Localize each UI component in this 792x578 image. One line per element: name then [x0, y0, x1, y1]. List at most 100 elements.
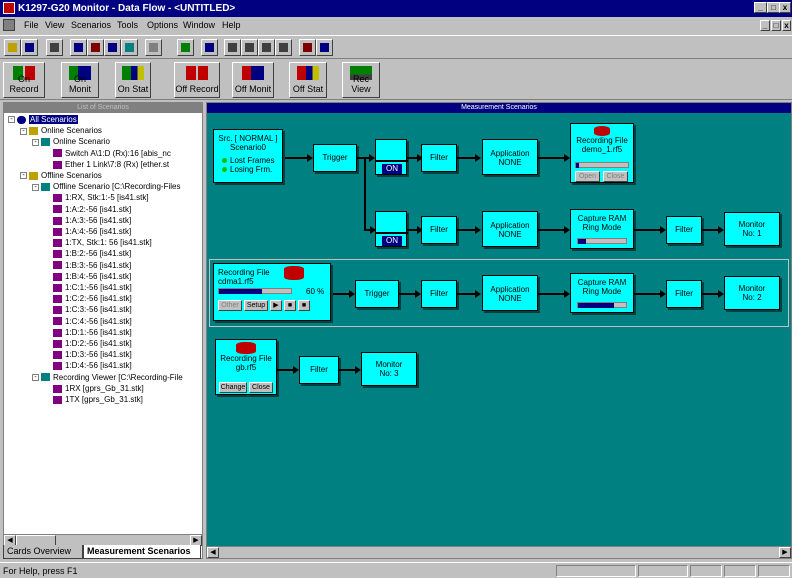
tree-item[interactable]: 1TX [gprs_Gb_31.stk] [53, 394, 143, 405]
collapse-icon[interactable]: - [32, 373, 39, 381]
tree-item[interactable]: - Recording Viewer [C:\Recording-File [32, 372, 183, 383]
on-record-button[interactable]: On Record [3, 62, 45, 98]
collapse-icon[interactable]: - [32, 183, 39, 191]
toolbar-btn-7[interactable] [121, 39, 138, 56]
recording-file-block-1[interactable]: Recording File demo_1.rf5 Open Close [570, 123, 634, 183]
child-restore-button[interactable]: □ [771, 20, 781, 31]
filter-block[interactable]: Filter [421, 144, 457, 172]
tree-item[interactable]: 1:TX, Stk:1: 56 [is41.stk] [53, 237, 152, 248]
minimize-button[interactable]: _ [754, 2, 767, 13]
trigger-block[interactable]: Trigger [313, 144, 357, 172]
collapse-icon[interactable]: - [20, 127, 27, 135]
application-block-2[interactable]: Application NONE [482, 211, 538, 247]
pause-button[interactable]: ■ [298, 300, 310, 311]
tree-item[interactable]: 1:C:4:-56 [is41.stk] [53, 316, 132, 327]
recording-file-block-3[interactable]: Recording File gb.rf5 Change Close [215, 339, 277, 395]
menu-window[interactable]: Window [183, 20, 215, 30]
toolbar-btn-5[interactable] [87, 39, 104, 56]
toolbar-btn-14[interactable] [275, 39, 292, 56]
other-button[interactable]: Other [218, 300, 242, 311]
close-file-button-3[interactable]: Close [249, 382, 273, 393]
close-file-button[interactable]: Close [603, 171, 628, 182]
filter-block-3[interactable]: Filter [666, 216, 702, 244]
capture-ram-block-2[interactable]: Capture RAM Ring Mode [570, 273, 634, 313]
menu-scenarios[interactable]: Scenarios [71, 20, 111, 30]
toolbar-btn-11[interactable] [224, 39, 241, 56]
off-monit-button[interactable]: Off Monit [232, 62, 274, 98]
capture-ram-block[interactable]: Capture RAM Ring Mode [570, 209, 634, 249]
toolbar-btn-10[interactable] [201, 39, 218, 56]
toolbar-btn-9[interactable] [177, 39, 194, 56]
menu-tools[interactable]: Tools [117, 20, 138, 30]
tab-measurement-scenarios[interactable]: Measurement Scenarios [83, 545, 201, 559]
collapse-icon[interactable]: - [8, 116, 15, 124]
tree-item[interactable]: 1:A:4:-56 [is41.stk] [53, 226, 131, 237]
child-close-button[interactable]: x [782, 20, 791, 31]
print-button[interactable] [46, 39, 63, 56]
child-minimize-button[interactable]: _ [760, 20, 770, 31]
context-help-button[interactable] [316, 39, 333, 56]
filter-block-4[interactable]: Filter [421, 280, 457, 308]
tree-item[interactable]: - All Scenarios [8, 114, 78, 125]
tree-item[interactable]: 1:B:2:-56 [is41.stk] [53, 248, 131, 259]
document-icon[interactable] [3, 19, 15, 31]
application-block[interactable]: Application NONE [482, 139, 538, 175]
toolbar-btn-8[interactable] [145, 39, 162, 56]
toolbar-btn-6[interactable] [104, 39, 121, 56]
tree-item[interactable]: 1:D:2:-56 [is41.stk] [53, 338, 132, 349]
tree-item[interactable]: 1:B:3:-56 [is41.stk] [53, 260, 131, 271]
change-button[interactable]: Change [219, 382, 247, 393]
off-record-button[interactable]: Off Record [174, 62, 220, 98]
toolbar-btn-12[interactable] [241, 39, 258, 56]
close-button[interactable]: x [779, 2, 791, 13]
tree-item[interactable]: 1:C:2:-56 [is41.stk] [53, 293, 132, 304]
tree-item[interactable]: 1:C:1:-56 [is41.stk] [53, 282, 132, 293]
tree-item[interactable]: 1:B:4:-56 [is41.stk] [53, 271, 131, 282]
toolbar-btn-13[interactable] [258, 39, 275, 56]
application-block-3[interactable]: Application NONE [482, 275, 538, 311]
tree-item[interactable]: Switch A\1:D (Rx):16 [abis_nc [53, 148, 171, 159]
open-file-button[interactable]: Open [575, 171, 600, 182]
trigger-block-2[interactable]: Trigger [355, 280, 399, 308]
open-button[interactable] [4, 39, 21, 56]
tree-item[interactable]: 1:D:4:-56 [is41.stk] [53, 360, 132, 371]
tree-item[interactable]: 1:D:3:-56 [is41.stk] [53, 349, 132, 360]
scroll-left-arrow[interactable]: ◀ [207, 547, 219, 558]
menu-help[interactable]: Help [222, 20, 241, 30]
tree-item[interactable]: 1RX [gprs_Gb_31.stk] [53, 383, 144, 394]
tree-item[interactable]: 1:RX, Stk:1:-5 [is41.stk] [53, 192, 149, 203]
tree-item[interactable]: - Offline Scenario [C:\Recording-Files [32, 181, 180, 192]
monitor-block-3[interactable]: Monitor No: 3 [361, 352, 417, 386]
menu-options[interactable]: Options [147, 20, 178, 30]
tree-item[interactable]: 1:C:3:-56 [is41.stk] [53, 304, 132, 315]
help-button[interactable] [299, 39, 316, 56]
setup-button[interactable]: Setup [244, 300, 268, 311]
switch-block[interactable]: ON [375, 139, 408, 175]
scroll-right-arrow[interactable]: ▶ [779, 547, 791, 558]
on-monit-button[interactable]: On Monit [61, 62, 99, 98]
monitor-block-2[interactable]: Monitor No: 2 [724, 276, 780, 310]
source-block[interactable]: Src. [ NORMAL ] Scenario0 Lost Frames Lo… [213, 129, 283, 183]
rec-view-button[interactable]: Rec View [342, 62, 380, 98]
tree-item[interactable]: 1:D:1:-56 [is41.stk] [53, 327, 132, 338]
menu-file[interactable]: File [24, 20, 39, 30]
diagram-hscrollbar[interactable]: ◀ ▶ [207, 546, 791, 558]
tree-item[interactable]: - Online Scenarios [20, 125, 102, 136]
recording-file-block-2[interactable]: Recording File cdma1.rf5 60 % Other Setu… [213, 263, 331, 321]
switch-on-label[interactable]: ON [382, 236, 402, 246]
tab-cards-overview[interactable]: Cards Overview [3, 545, 83, 559]
play-button[interactable]: ▶ [270, 300, 282, 311]
switch-on-label[interactable]: ON [382, 164, 402, 174]
on-stat-button[interactable]: On Stat [115, 62, 151, 98]
filter-block-2[interactable]: Filter [421, 216, 457, 244]
collapse-icon[interactable]: - [32, 138, 39, 146]
tree-item[interactable]: Ether 1 Link\7:8 (Rx) [ether.st [53, 159, 169, 170]
tree-item[interactable]: 1:A:2:-56 [is41.stk] [53, 204, 131, 215]
monitor-block-1[interactable]: Monitor No: 1 [724, 212, 780, 246]
off-stat-button[interactable]: Off Stat [289, 62, 327, 98]
switch-block-2[interactable]: ON [375, 211, 408, 247]
tree-item[interactable]: - Online Scenario [32, 136, 110, 147]
filter-block-5[interactable]: Filter [666, 280, 702, 308]
tree-item[interactable]: - Offline Scenarios [20, 170, 102, 181]
menu-view[interactable]: View [45, 20, 64, 30]
